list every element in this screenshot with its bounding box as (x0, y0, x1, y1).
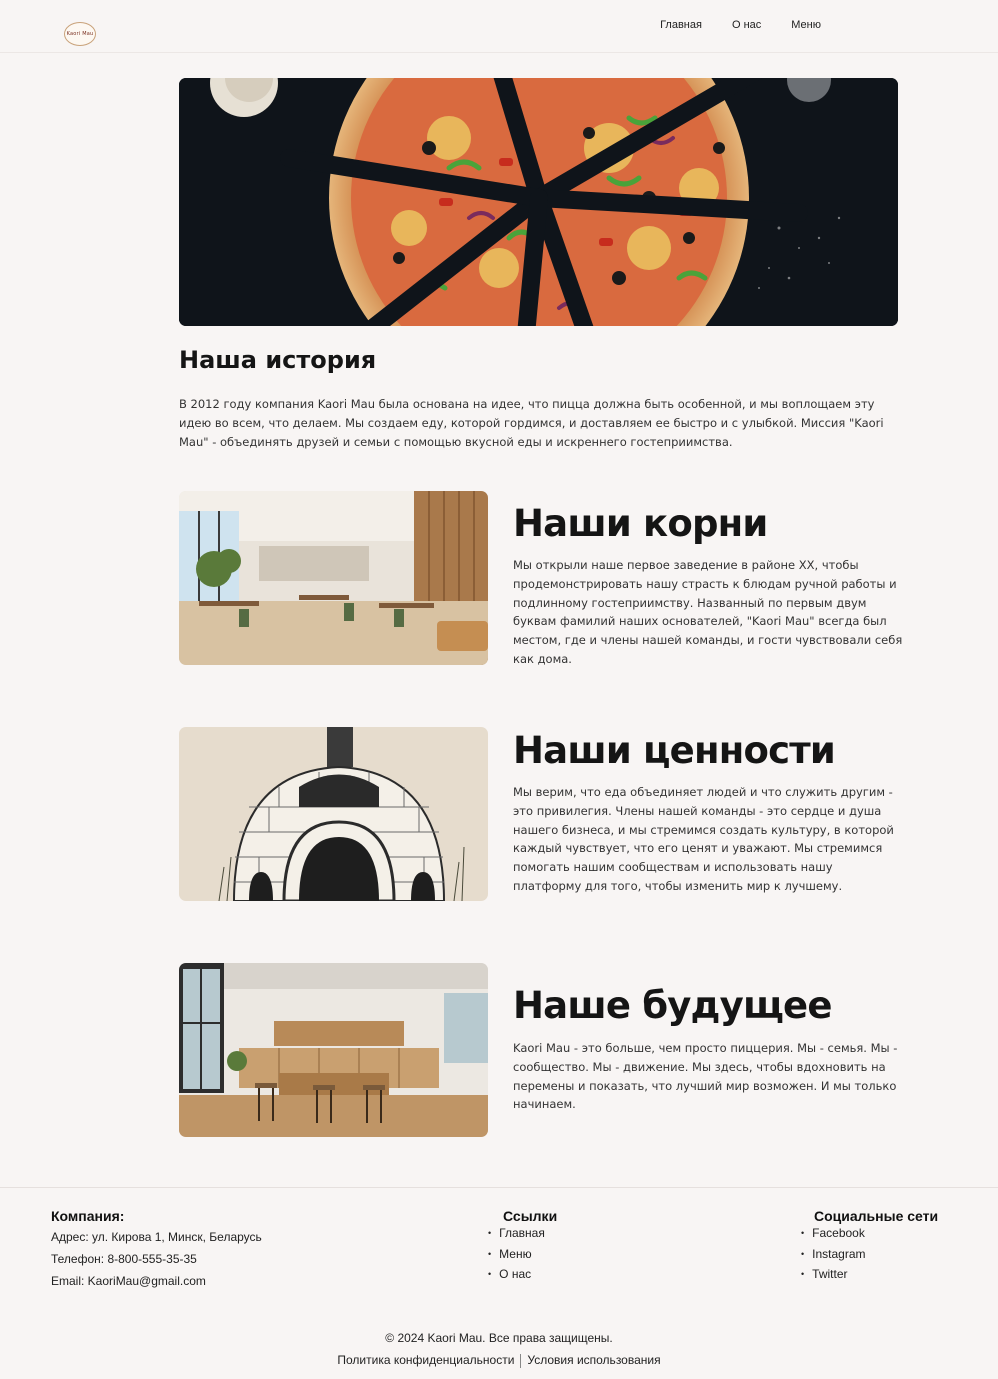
footer-social-item: Twitter (801, 1265, 938, 1286)
hero-pizza-image (179, 78, 898, 326)
privacy-policy-link[interactable]: Политика конфиденциальности (337, 1353, 514, 1367)
values-title: Наши ценности (513, 729, 836, 772)
logo-text: Kaori Mau (66, 31, 94, 37)
copyright-text: © 2024 Kaori Mau. Все права защищены. (385, 1331, 613, 1345)
footer-link-menu[interactable]: Меню (499, 1247, 531, 1261)
legal-divider (520, 1353, 522, 1368)
pizza-oven-illustration (179, 727, 488, 901)
nav-home-link[interactable]: Главная (660, 19, 702, 31)
footer-link-item: О нас (488, 1265, 557, 1286)
footer-social-item: Instagram (801, 1245, 938, 1266)
roots-text: Мы открыли наше первое заведение в район… (513, 558, 903, 666)
footer-phone: Телефон: 8-800-555-35-35 (51, 1252, 197, 1266)
footer-social-list: Facebook Instagram Twitter (801, 1224, 938, 1286)
restaurant-interior-image (179, 491, 488, 665)
instagram-link[interactable]: Instagram (812, 1247, 865, 1261)
footer-link-home[interactable]: Главная (499, 1226, 545, 1240)
story-text: В 2012 году компания Kaori Mau была осно… (179, 397, 884, 449)
site-header: Kaori Mau Главная О нас Меню (0, 0, 998, 53)
footer-address: Адрес: ул. Кирова 1, Минск, Беларусь (51, 1230, 262, 1244)
nav-menu-link[interactable]: Меню (791, 19, 821, 31)
footer-company: Компания: Адрес: ул. Кирова 1, Минск, Бе… (51, 1208, 262, 1292)
values-text: Мы верим, что еда объединяет людей и что… (513, 785, 894, 893)
logo[interactable]: Kaori Mau (64, 22, 96, 46)
twitter-link[interactable]: Twitter (812, 1267, 847, 1281)
story-title: Наша история (179, 346, 377, 374)
footer-links-heading: Ссылки (503, 1208, 558, 1224)
site-footer: Компания: Адрес: ул. Кирова 1, Минск, Бе… (0, 1187, 998, 1379)
footer-link-item: Меню (488, 1245, 557, 1266)
future-title: Наше будущее (513, 984, 832, 1027)
nav-about-link[interactable]: О нас (732, 19, 761, 31)
future-text: Kaori Mau - это больше, чем просто пицце… (513, 1041, 898, 1112)
modern-kitchen-image (179, 963, 488, 1137)
terms-of-use-link[interactable]: Условия использования (527, 1353, 660, 1367)
footer-social-heading: Социальные сети (814, 1208, 939, 1224)
footer-link-about[interactable]: О нас (499, 1267, 531, 1281)
legal-links: Политика конфиденциальности Условия испол… (0, 1353, 998, 1368)
footer-links-list: Главная Меню О нас (488, 1224, 557, 1286)
main-nav: Главная О нас Меню (660, 19, 821, 31)
facebook-link[interactable]: Facebook (812, 1226, 865, 1240)
footer-company-heading: Компания: (51, 1208, 125, 1224)
footer-social: Социальные сети Facebook Instagram Twitt… (801, 1208, 938, 1286)
footer-email: Email: KaoriMau@gmail.com (51, 1274, 206, 1288)
footer-links: Ссылки Главная Меню О нас (488, 1208, 557, 1286)
footer-link-item: Главная (488, 1224, 557, 1245)
roots-title: Наши корни (513, 502, 768, 545)
footer-social-item: Facebook (801, 1224, 938, 1245)
